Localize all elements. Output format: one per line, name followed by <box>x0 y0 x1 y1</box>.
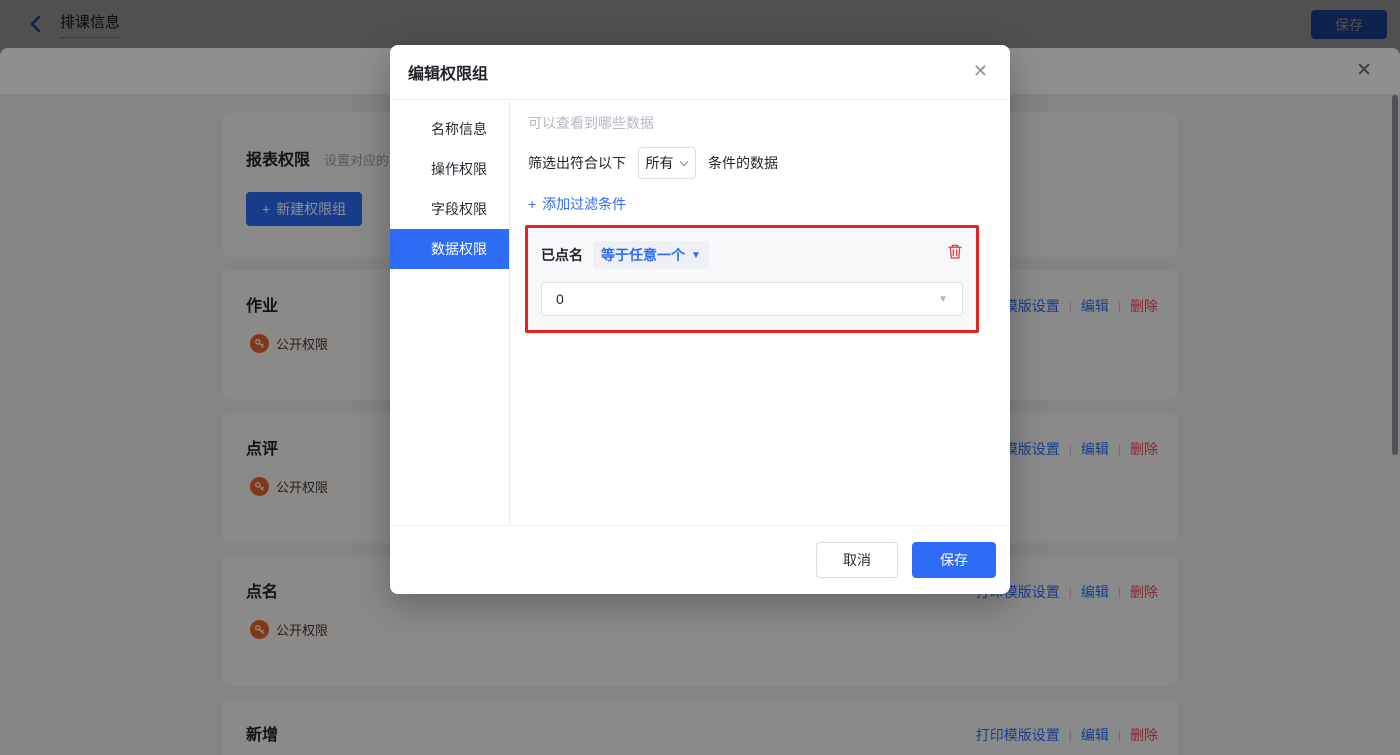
tab-operation-permission[interactable]: 操作权限 <box>390 149 509 189</box>
edit-permission-group-modal: 编辑权限组 ✕ 名称信息 操作权限 字段权限 数据权限 可以查看到哪些数据 筛选… <box>390 45 1010 594</box>
condition-field-label: 已点名 <box>541 245 583 265</box>
modal-close-icon[interactable]: ✕ <box>973 61 988 82</box>
panel-hint: 可以查看到哪些数据 <box>528 113 992 133</box>
caret-down-icon: ▼ <box>691 250 701 261</box>
caret-down-icon: ▼ <box>938 294 948 305</box>
modal-header: 编辑权限组 ✕ <box>390 45 1010 100</box>
condition-value-select[interactable]: 0 ▼ <box>541 282 963 316</box>
filter-prefix-text: 筛选出符合以下 <box>528 153 626 173</box>
save-button[interactable]: 保存 <box>912 542 996 578</box>
chevron-down-icon <box>679 160 689 167</box>
data-permission-panel: 可以查看到哪些数据 筛选出符合以下 所有 条件的数据 + 添加过滤条件 <box>511 101 1010 524</box>
plus-icon: + <box>528 196 536 212</box>
match-mode-select[interactable]: 所有 <box>638 147 696 179</box>
tab-field-permission[interactable]: 字段权限 <box>390 189 509 229</box>
modal-title: 编辑权限组 <box>408 60 488 84</box>
filter-suffix-text: 条件的数据 <box>708 153 778 173</box>
add-filter-button[interactable]: + 添加过滤条件 <box>528 194 626 214</box>
tab-name-info[interactable]: 名称信息 <box>390 109 509 149</box>
modal-sidebar: 名称信息 操作权限 字段权限 数据权限 <box>390 101 510 524</box>
cancel-button[interactable]: 取消 <box>816 542 898 578</box>
tab-data-permission[interactable]: 数据权限 <box>390 229 509 269</box>
annotation-highlight-box: 已点名 等于任意一个 ▼ <box>525 225 979 333</box>
condition-operator-dropdown[interactable]: 等于任意一个 ▼ <box>593 241 709 269</box>
filter-condition-card: 已点名 等于任意一个 ▼ <box>528 228 976 330</box>
modal-footer: 取消 保存 <box>390 525 1010 594</box>
delete-condition-button[interactable] <box>947 243 963 265</box>
